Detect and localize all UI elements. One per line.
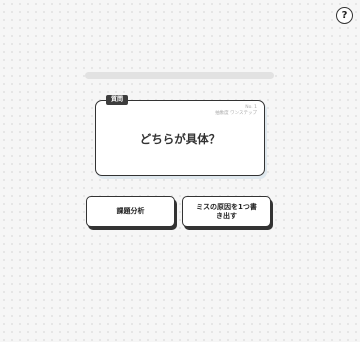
help-button[interactable]: ? bbox=[336, 7, 353, 24]
question-text: どちらが具体？ bbox=[139, 132, 221, 146]
question-level: 抽象度 ワンステップ bbox=[215, 111, 257, 116]
progress-bar bbox=[85, 72, 274, 79]
question-badge: 質問 bbox=[106, 95, 129, 105]
answer-option-2[interactable]: ミスの原因を1つ書き出す bbox=[182, 196, 271, 227]
card-meta: No. 1 抽象度 ワンステップ bbox=[215, 105, 257, 117]
question-card: 質問 No. 1 抽象度 ワンステップ どちらが具体？ bbox=[95, 95, 265, 176]
answer-option-1[interactable]: 課題分析 bbox=[86, 196, 175, 227]
